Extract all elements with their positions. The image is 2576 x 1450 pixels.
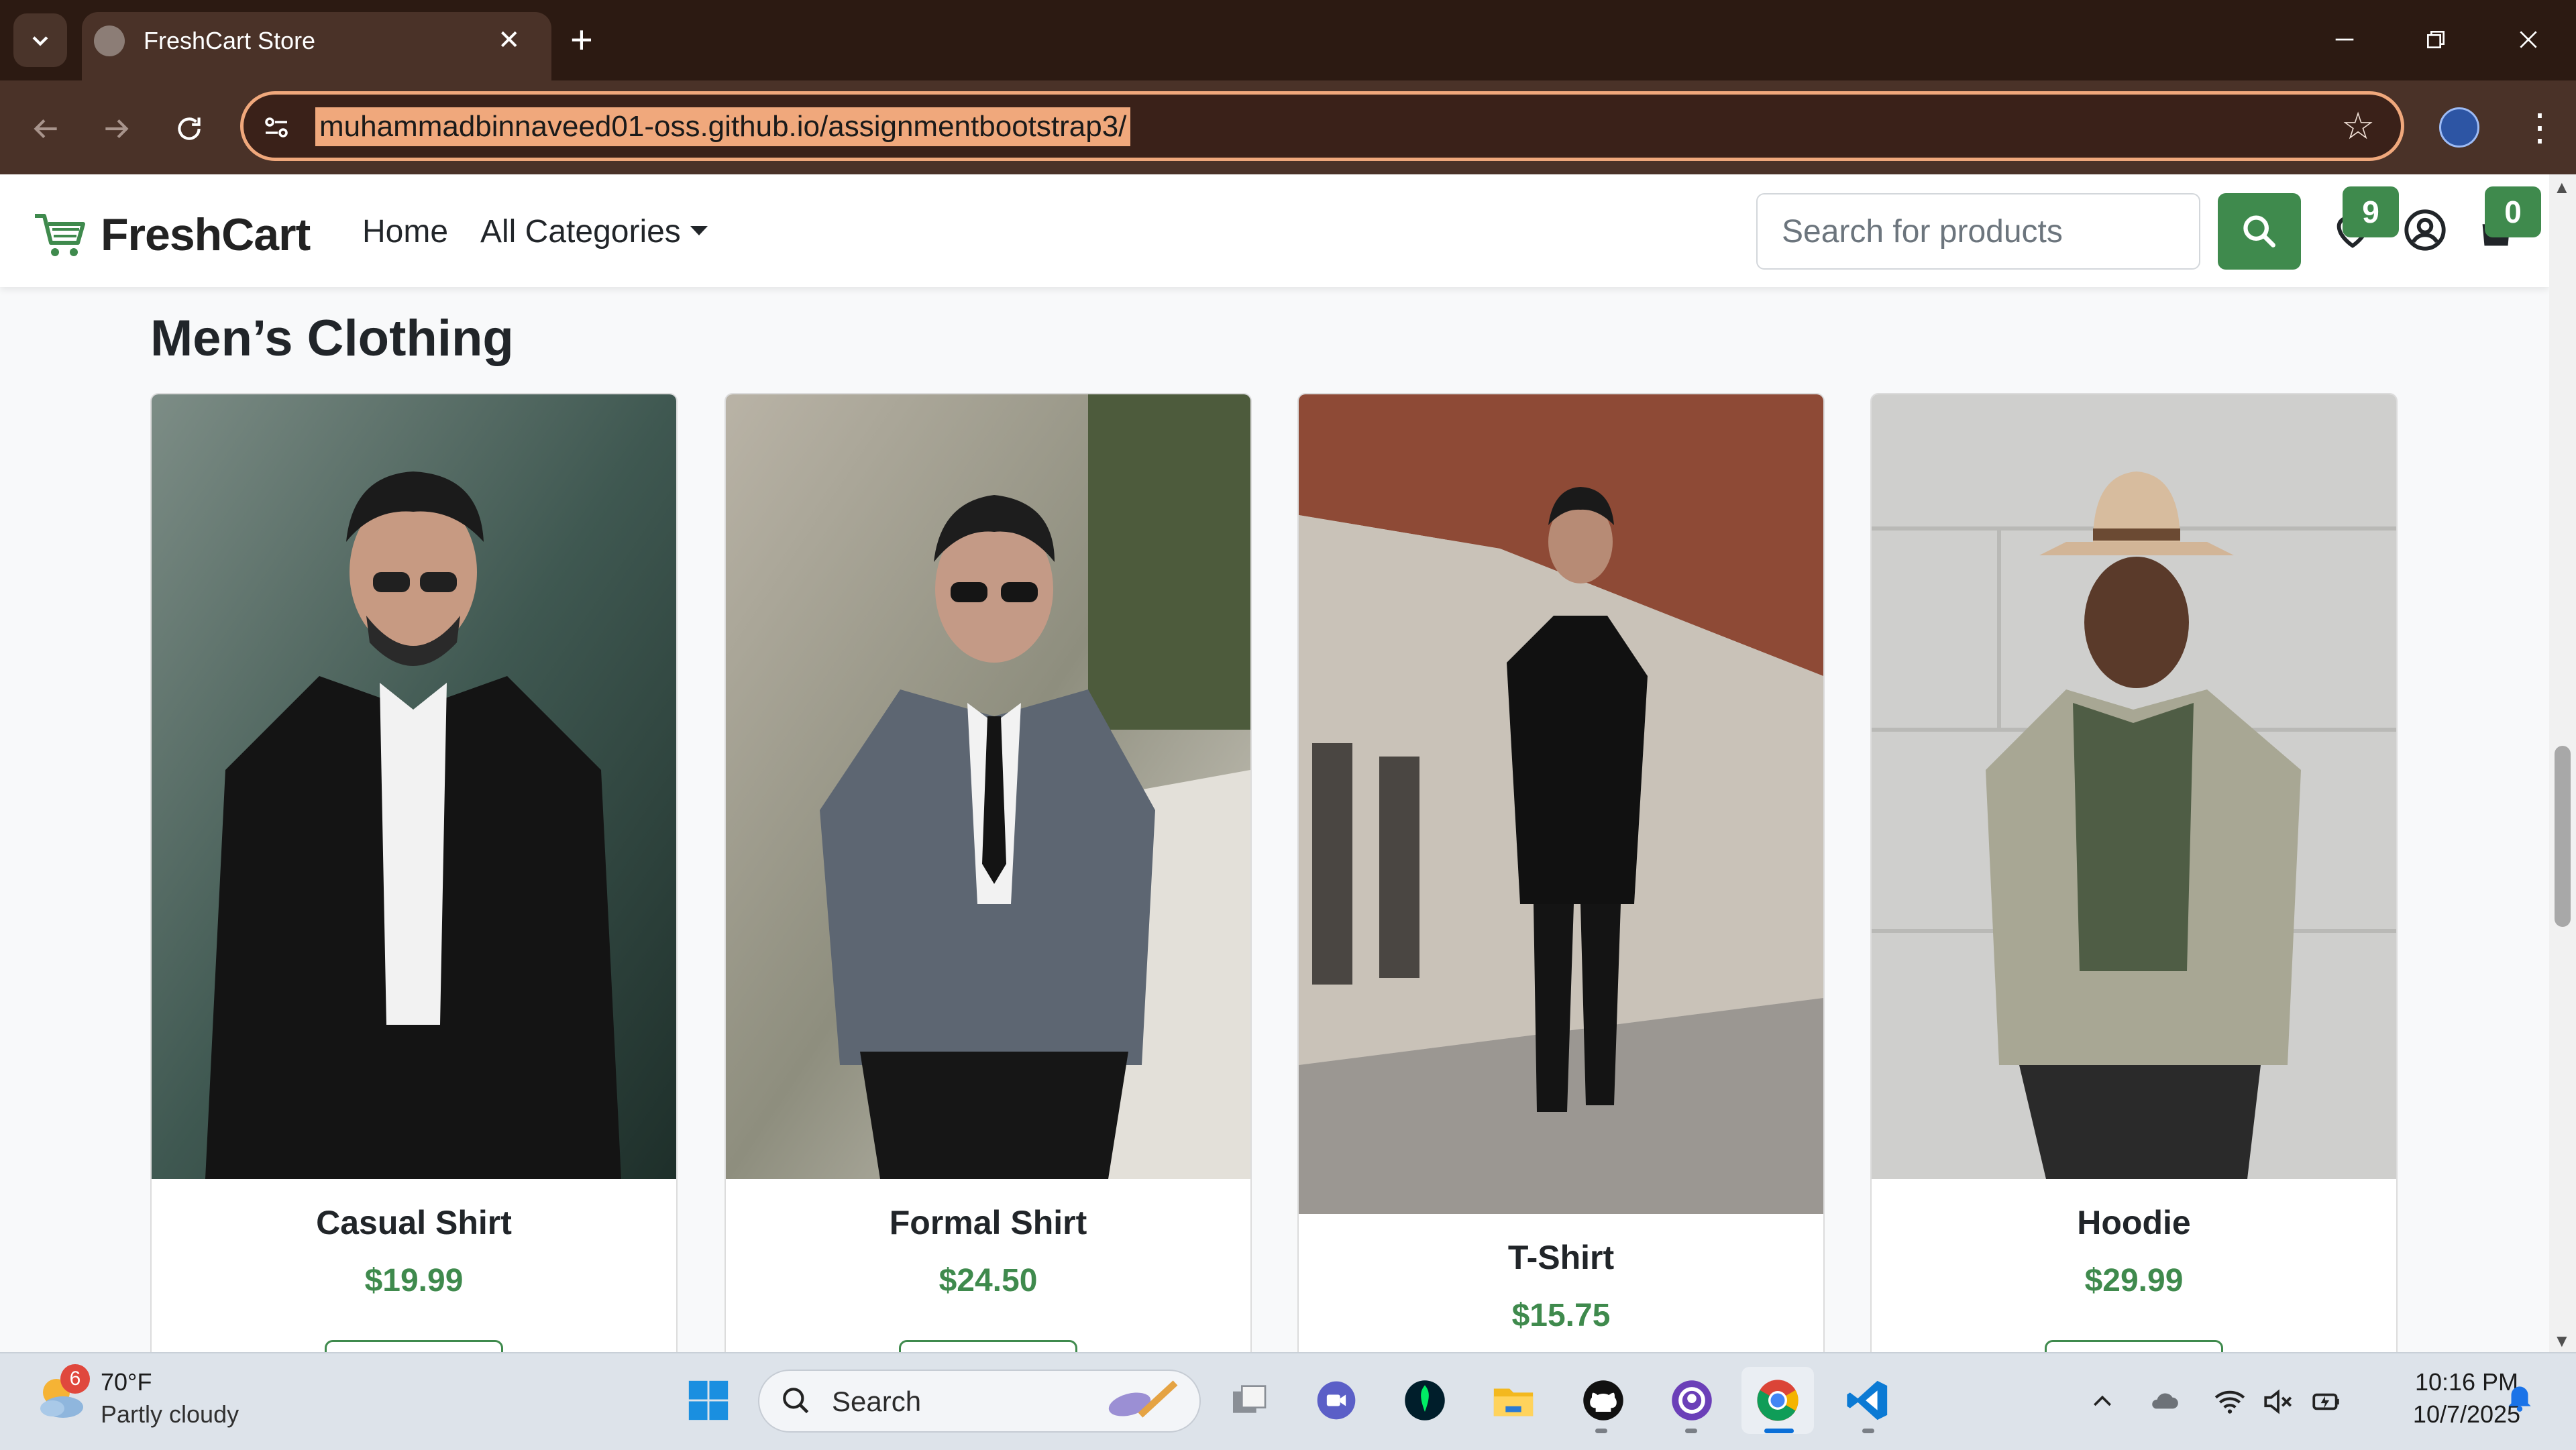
product-image[interactable] bbox=[152, 394, 676, 1179]
product-card[interactable]: Hoodie $29.99 bbox=[1870, 393, 2398, 1352]
weather-notification-badge: 6 bbox=[60, 1364, 90, 1394]
bookmark-star-icon[interactable]: ☆ bbox=[2341, 106, 2375, 146]
brand-logo[interactable]: FreshCart bbox=[32, 208, 311, 262]
restore-icon[interactable] bbox=[2406, 16, 2466, 63]
product-card[interactable]: Casual Shirt $19.99 bbox=[150, 393, 678, 1352]
chrome-icon[interactable] bbox=[1741, 1367, 1814, 1434]
globe-icon bbox=[94, 25, 125, 56]
nav-categories-dropdown[interactable]: All Categories bbox=[480, 212, 708, 252]
file-explorer-icon[interactable] bbox=[1487, 1374, 1540, 1427]
new-tab-button[interactable]: + bbox=[570, 19, 593, 62]
chevron-down-icon bbox=[32, 36, 48, 46]
vscode-icon[interactable] bbox=[1841, 1374, 1894, 1427]
add-to-cart-button[interactable] bbox=[325, 1340, 503, 1352]
close-tab-icon[interactable]: ✕ bbox=[498, 24, 521, 56]
product-card[interactable]: T-Shirt $15.75 bbox=[1297, 393, 1825, 1352]
weather-temperature[interactable]: 70°F bbox=[101, 1368, 152, 1396]
search-button[interactable] bbox=[2218, 193, 2301, 270]
site-settings-icon[interactable] bbox=[260, 111, 292, 144]
github-desktop-icon[interactable] bbox=[1665, 1374, 1719, 1427]
add-to-cart-button[interactable] bbox=[899, 1340, 1077, 1352]
search-highlight-icon bbox=[1108, 1380, 1178, 1418]
notification-bell-icon[interactable] bbox=[2502, 1379, 2537, 1414]
profile-avatar[interactable] bbox=[2439, 107, 2479, 148]
taskbar-search-label: Search bbox=[832, 1386, 922, 1417]
nav-categories-label: All Categories bbox=[480, 214, 681, 249]
vscode-running-indicator bbox=[1862, 1429, 1874, 1433]
cart-count-badge: 0 bbox=[2485, 186, 2541, 237]
weather-condition[interactable]: Partly cloudy bbox=[101, 1400, 239, 1429]
github-desktop-running-indicator bbox=[1685, 1429, 1697, 1433]
product-price: $19.99 bbox=[364, 1263, 464, 1298]
chevron-up-icon[interactable] bbox=[2085, 1384, 2120, 1419]
github-running-indicator bbox=[1595, 1429, 1607, 1433]
product-name: T-Shirt bbox=[1507, 1239, 1615, 1276]
site-navbar: FreshCart Home All Categories 9 0 bbox=[0, 174, 2549, 287]
search-icon bbox=[2243, 215, 2275, 247]
page-viewport: FreshCart Home All Categories 9 0 Men’s … bbox=[0, 174, 2549, 1352]
account-button[interactable] bbox=[2402, 207, 2449, 254]
search-icon bbox=[783, 1388, 809, 1414]
github-icon[interactable] bbox=[1576, 1374, 1630, 1427]
url-text[interactable]: muhammadbinnaveed01-oss.github.io/assign… bbox=[315, 107, 1131, 146]
product-name: Formal Shirt bbox=[889, 1204, 1087, 1241]
nav-home-link[interactable]: Home bbox=[362, 212, 448, 252]
windows-start-icon[interactable] bbox=[682, 1374, 735, 1427]
task-view-icon[interactable] bbox=[1222, 1374, 1276, 1427]
brand-name: FreshCart bbox=[101, 209, 311, 260]
onedrive-icon[interactable] bbox=[2147, 1384, 2182, 1419]
wishlist-count-badge: 9 bbox=[2343, 186, 2399, 237]
section-title: Men’s Clothing bbox=[150, 310, 514, 367]
chrome-active-indicator bbox=[1764, 1429, 1794, 1433]
tab-search-button[interactable] bbox=[13, 13, 67, 67]
forward-arrow-icon[interactable] bbox=[95, 107, 138, 150]
minimize-icon[interactable] bbox=[2314, 16, 2375, 63]
speaker-muted-icon[interactable] bbox=[2261, 1384, 2296, 1419]
shopping-cart-icon bbox=[35, 214, 85, 256]
product-price: $24.50 bbox=[938, 1263, 1038, 1298]
wifi-icon[interactable] bbox=[2212, 1384, 2247, 1419]
add-to-cart-button[interactable] bbox=[2045, 1340, 2223, 1352]
mongodb-compass-icon[interactable] bbox=[1398, 1374, 1452, 1427]
windows-taskbar bbox=[0, 1352, 2576, 1450]
battery-charging-icon[interactable] bbox=[2309, 1384, 2344, 1419]
caret-down-icon bbox=[690, 226, 708, 236]
product-name: Hoodie bbox=[2077, 1204, 2191, 1241]
product-name: Casual Shirt bbox=[316, 1204, 512, 1241]
scrollbar-thumb[interactable] bbox=[2555, 746, 2571, 927]
teams-meet-icon[interactable] bbox=[1309, 1374, 1363, 1427]
scroll-down-arrow-icon[interactable]: ▼ bbox=[2553, 1331, 2571, 1351]
product-search-input[interactable] bbox=[1756, 193, 2200, 270]
browser-menu-icon[interactable]: ⋮ bbox=[2521, 107, 2559, 148]
product-card[interactable]: Formal Shirt $24.50 bbox=[724, 393, 1252, 1352]
product-image[interactable] bbox=[1872, 394, 2396, 1179]
reload-icon[interactable] bbox=[168, 107, 211, 150]
product-image[interactable] bbox=[1299, 394, 1823, 1214]
product-price: $15.75 bbox=[1511, 1298, 1611, 1333]
product-image[interactable] bbox=[726, 394, 1250, 1179]
close-window-icon[interactable] bbox=[2498, 16, 2559, 63]
tab-title: FreshCart Store bbox=[144, 27, 316, 54]
user-icon bbox=[2404, 209, 2446, 251]
scroll-up-arrow-icon[interactable]: ▲ bbox=[2553, 177, 2571, 198]
product-price: $29.99 bbox=[2084, 1263, 2184, 1298]
back-arrow-icon[interactable] bbox=[24, 107, 67, 150]
